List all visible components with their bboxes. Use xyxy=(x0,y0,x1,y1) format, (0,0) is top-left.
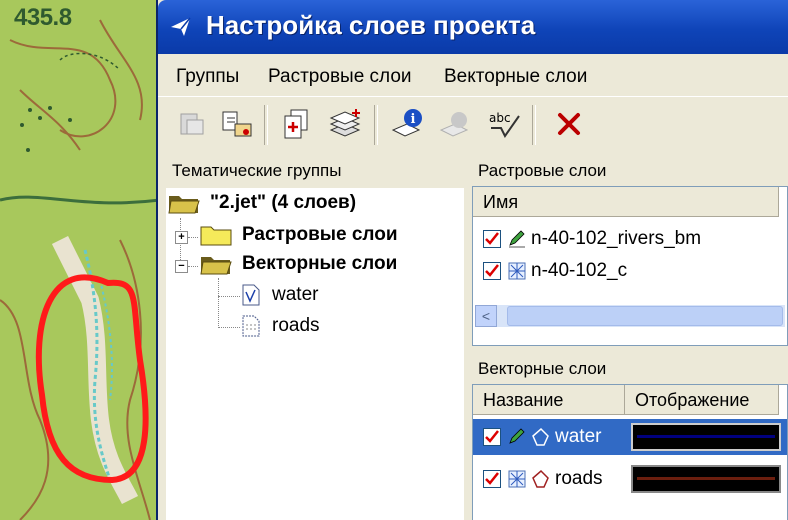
edit-pencil-icon xyxy=(509,428,525,444)
tree-layer-label: water xyxy=(272,284,319,305)
horizontal-scrollbar[interactable]: < xyxy=(475,305,785,327)
tree-root[interactable]: "2.jet" (4 слоев) xyxy=(168,192,356,214)
copy-layers-button[interactable] xyxy=(276,103,318,145)
toolbar-separator xyxy=(264,105,268,145)
raster-grid-icon xyxy=(508,262,526,280)
spellcheck-icon: abc xyxy=(489,111,520,138)
line-style-swatch[interactable] xyxy=(631,465,781,493)
expand-toggle[interactable]: + xyxy=(175,231,188,244)
menu-raster-layers[interactable]: Растровые слои xyxy=(268,66,412,88)
tree-line xyxy=(218,327,240,328)
checkbox-checked-icon[interactable] xyxy=(483,262,501,280)
thematic-groups-header: Тематические группы xyxy=(172,161,342,180)
add-layer-button[interactable] xyxy=(324,103,366,145)
line-style-sample xyxy=(637,477,775,480)
toolbar-separator xyxy=(374,105,378,145)
menu-groups[interactable]: Группы xyxy=(176,66,239,88)
vector-layer-name: roads xyxy=(555,468,603,489)
raster-layers-header: Растровые слои xyxy=(478,161,607,180)
map-graphic xyxy=(0,0,160,520)
app-icon xyxy=(171,17,191,36)
title-bar[interactable]: Настройка слоев проекта xyxy=(158,0,788,54)
delete-icon xyxy=(558,113,580,135)
checkbox-checked-icon[interactable] xyxy=(483,428,501,446)
collapse-toggle[interactable]: − xyxy=(175,260,188,273)
tree-group-label: Векторные слои xyxy=(242,253,398,274)
raster-row[interactable]: n-40-102_c xyxy=(473,255,787,287)
raster-layers-list: Имя n-40-102_rivers_bm n-40-102_c < xyxy=(472,186,788,346)
layer-settings-window: Настройка слоев проекта Группы Растровые… xyxy=(158,0,788,520)
checkbox-checked-icon[interactable] xyxy=(483,230,501,248)
disabled-layer-button[interactable] xyxy=(434,103,476,145)
scroll-thumb[interactable] xyxy=(507,306,783,326)
column-header-name[interactable]: Название xyxy=(473,385,625,415)
layer-info-button[interactable]: i xyxy=(386,103,428,145)
tree-group-raster[interactable]: Растровые слои xyxy=(200,224,398,246)
disabled-layer-icon xyxy=(439,112,469,137)
polygon-icon xyxy=(532,469,549,488)
folder-icon xyxy=(200,226,232,246)
vector-layer-name: water xyxy=(555,426,602,447)
grid-icon xyxy=(508,470,526,488)
checkbox-checked-icon[interactable] xyxy=(483,470,501,488)
tree-line xyxy=(218,278,219,328)
raster-pencil-icon xyxy=(509,230,525,248)
vector-layers-header: Векторные слои xyxy=(478,359,607,378)
tree-layer-label: roads xyxy=(272,315,320,336)
tree-group-label: Растровые слои xyxy=(242,224,398,245)
panel-splitter[interactable] xyxy=(464,156,472,520)
line-style-sample xyxy=(637,435,775,438)
layer-info-icon: i xyxy=(391,109,422,137)
column-header-display[interactable]: Отображение xyxy=(625,385,779,415)
edit-group-icon xyxy=(222,111,252,137)
polygon-icon xyxy=(532,427,549,446)
open-folder-icon xyxy=(200,257,232,275)
column-header-name[interactable]: Имя xyxy=(473,187,779,217)
tree-line xyxy=(188,266,198,267)
map-elevation-label: 435.8 xyxy=(14,4,72,31)
menu-bar: Группы Растровые слои Векторные слои xyxy=(158,58,788,94)
spellcheck-button[interactable]: abc xyxy=(484,103,526,145)
vector-layer-icon xyxy=(242,315,260,337)
scroll-left-button[interactable]: < xyxy=(475,305,497,327)
tree-line xyxy=(218,296,240,297)
vector-layers-list: Название Отображение water roads xyxy=(472,384,788,520)
edit-group-button[interactable] xyxy=(216,103,258,145)
raster-layer-name: n-40-102_c xyxy=(531,260,628,281)
toolbar: i abc xyxy=(158,96,788,153)
tree-root-label: "2.jet" (4 слоев) xyxy=(210,192,357,213)
raster-layer-name: n-40-102_rivers_bm xyxy=(531,228,702,249)
vector-layer-icon xyxy=(242,284,260,306)
remove-group-button[interactable] xyxy=(172,103,214,145)
svg-text:i: i xyxy=(411,112,416,127)
remove-group-icon xyxy=(180,113,204,135)
raster-row[interactable]: n-40-102_rivers_bm xyxy=(473,223,787,255)
line-style-swatch[interactable] xyxy=(631,423,781,451)
menu-vector-layers[interactable]: Векторные слои xyxy=(444,66,587,88)
tree-group-vector[interactable]: Векторные слои xyxy=(200,253,397,275)
copy-layers-icon xyxy=(284,109,308,139)
toolbar-separator xyxy=(532,105,536,145)
delete-button[interactable] xyxy=(548,103,590,145)
thematic-groups-tree: "2.jet" (4 слоев) + Растровые слои − Век… xyxy=(166,188,464,520)
tree-layer-roads[interactable]: roads xyxy=(242,315,320,337)
svg-text:abc: abc xyxy=(489,111,511,125)
tree-layer-water[interactable]: water xyxy=(242,284,318,306)
add-layer-icon xyxy=(329,109,361,137)
open-folder-icon xyxy=(168,196,200,214)
window-title: Настройка слоев проекта xyxy=(206,10,536,40)
tree-line xyxy=(188,237,198,238)
